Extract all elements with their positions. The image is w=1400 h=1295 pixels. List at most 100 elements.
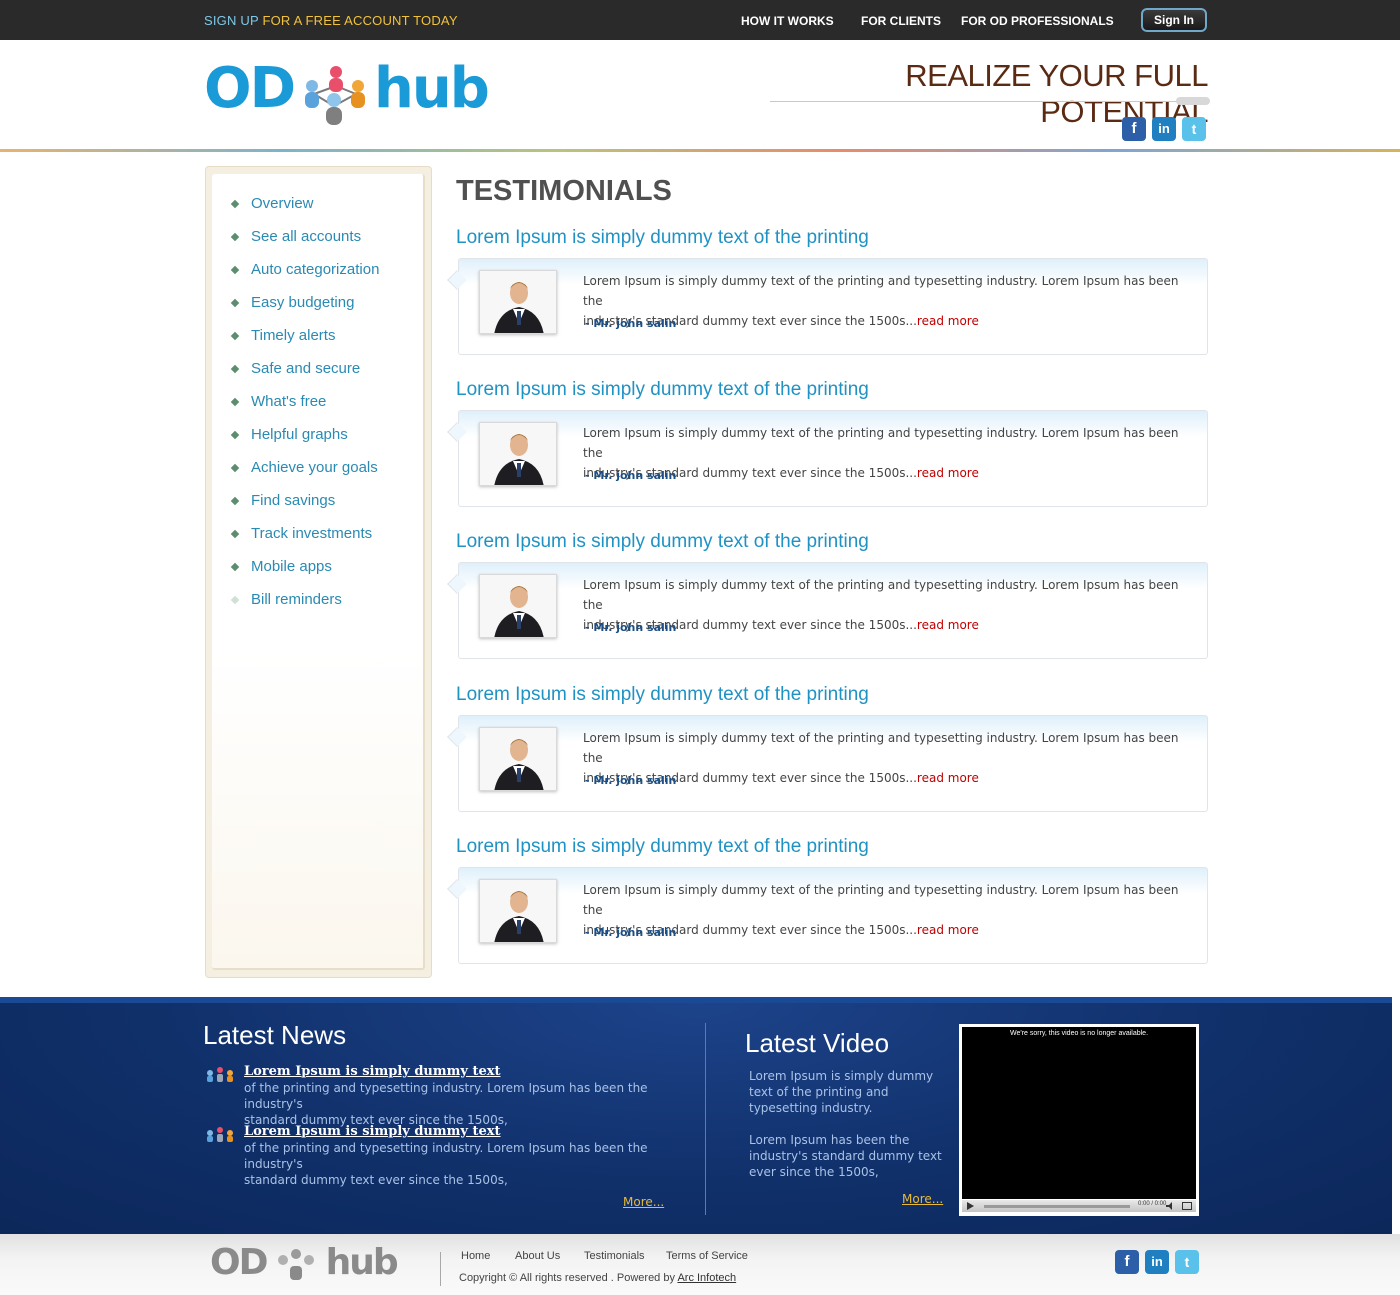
copyright-text: Copyright © All rights reserved . Powere…: [459, 1272, 736, 1284]
sign-in-button[interactable]: Sign In: [1141, 8, 1207, 32]
video-time: 0:00 / 0:00: [1138, 1201, 1167, 1207]
testimonial-card: Lorem Ipsum is simply dummy text of the …: [447, 410, 1208, 507]
facebook-icon[interactable]: f: [1122, 117, 1146, 141]
nav-for-od-professionals[interactable]: FOR OD PROFESSIONALS: [961, 14, 1114, 28]
bullet-icon: [230, 232, 240, 242]
nav-for-clients[interactable]: FOR CLIENTS: [861, 14, 941, 28]
person-photo-icon: [480, 728, 556, 790]
news-line: of the printing and typesetting industry…: [244, 1081, 648, 1111]
sidebar-item-label: Mobile apps: [251, 558, 332, 575]
footer-link-home[interactable]: Home: [461, 1250, 490, 1262]
person-photo-icon: [480, 271, 556, 333]
testimonial-author: - Mr. john salin: [585, 774, 677, 787]
sidebar-item-label: Achieve your goals: [251, 459, 378, 476]
sidebar-item-label: Helpful graphs: [251, 426, 348, 443]
linkedin-icon[interactable]: in: [1152, 117, 1176, 141]
news-more-link[interactable]: More...: [623, 1195, 664, 1209]
video-description: Lorem Ipsum is simply dummy text of the …: [749, 1069, 934, 1115]
sidebar-item-label: Find savings: [251, 492, 336, 509]
nav-how-it-works[interactable]: HOW IT WORKS: [741, 14, 834, 28]
speech-notch: [447, 727, 467, 747]
footer-link-about-us[interactable]: About Us: [515, 1250, 560, 1262]
news-text: of the printing and typesetting industry…: [244, 1140, 684, 1188]
signup-promo-link[interactable]: SIGN UP FOR A FREE ACCOUNT TODAY: [204, 13, 458, 28]
video-player[interactable]: We're sorry, this video is no longer ava…: [959, 1024, 1199, 1216]
bullet-icon: [230, 529, 240, 539]
logo-text-od: OD: [204, 56, 296, 121]
testimonial-avatar: [479, 270, 557, 334]
footer-logo-od: OD: [210, 1242, 268, 1283]
testimonial-line: Lorem Ipsum is simply dummy text of the …: [583, 883, 1179, 917]
read-more-link[interactable]: read more: [917, 771, 979, 785]
facebook-icon[interactable]: f: [1115, 1250, 1139, 1274]
news-text: of the printing and typesetting industry…: [244, 1080, 684, 1128]
video-description: Lorem Ipsum has been the industry's stan…: [749, 1133, 942, 1179]
footer-link-terms-of-service[interactable]: Terms of Service: [666, 1250, 748, 1262]
page-title: TESTIMONIALS: [456, 175, 672, 207]
twitter-icon[interactable]: t: [1182, 117, 1206, 141]
testimonial-card: Lorem Ipsum is simply dummy text of the …: [447, 562, 1208, 659]
tagline-underline: [770, 101, 1208, 102]
sidebar-item-label: Safe and secure: [251, 360, 361, 377]
volume-icon[interactable]: [1166, 1202, 1176, 1210]
testimonial-heading[interactable]: Lorem Ipsum is simply dummy text of the …: [456, 531, 869, 553]
bullet-icon: [230, 364, 240, 374]
bullet-icon: [230, 496, 240, 506]
read-more-link[interactable]: read more: [917, 314, 979, 328]
testimonial-heading[interactable]: Lorem Ipsum is simply dummy text of the …: [456, 227, 869, 249]
read-more-link[interactable]: read more: [917, 466, 979, 480]
bullet-icon: [230, 562, 240, 572]
speech-notch: [447, 270, 467, 290]
bullet-icon: [230, 265, 240, 275]
bullet-icon: [230, 595, 240, 605]
copyright-label: Copyright © All rights reserved . Powere…: [459, 1272, 678, 1284]
news-title-link[interactable]: Lorem Ipsum is simply dummy text: [244, 1124, 501, 1139]
testimonial-avatar: [479, 574, 557, 638]
sidebar-item-label: Auto categorization: [251, 261, 380, 278]
testimonial-author: - Mr. john salin: [585, 469, 677, 482]
testimonial-heading[interactable]: Lorem Ipsum is simply dummy text of the …: [456, 684, 869, 706]
speech-notch: [447, 574, 467, 594]
news-title-link[interactable]: Lorem Ipsum is simply dummy text: [244, 1064, 501, 1079]
signup-label[interactable]: SIGN UP: [204, 13, 259, 28]
footer-logo[interactable]: OD hub: [210, 1242, 399, 1283]
twitter-icon[interactable]: t: [1175, 1250, 1199, 1274]
powered-by-link[interactable]: Arc Infotech: [677, 1272, 736, 1284]
tagline-ornament: [1176, 97, 1210, 105]
person-photo-icon: [480, 575, 556, 637]
people-network-icon: [207, 1067, 233, 1082]
footer-separator: [440, 1252, 441, 1286]
video-controls: 0:00 / 0:00: [962, 1200, 1196, 1212]
bullet-icon: [230, 463, 240, 473]
read-more-link[interactable]: read more: [917, 923, 979, 937]
bullet-icon: [230, 430, 240, 440]
testimonial-card: Lorem Ipsum is simply dummy text of the …: [447, 715, 1208, 812]
odhub-logo[interactable]: OD hub: [204, 56, 504, 142]
linkedin-icon[interactable]: in: [1145, 1250, 1169, 1274]
read-more-link[interactable]: read more: [917, 618, 979, 632]
video-seek-bar[interactable]: [984, 1205, 1130, 1208]
video-screen[interactable]: We're sorry, this video is no longer ava…: [962, 1027, 1196, 1199]
site-footer: OD hub Home About Us Testimonials Terms …: [0, 1234, 1400, 1295]
sidebar-item-label: What's free: [251, 393, 327, 410]
person-photo-icon: [480, 880, 556, 942]
people-network-icon: [305, 66, 365, 125]
video-more-link[interactable]: More...: [902, 1192, 943, 1206]
video-unavailable-message: We're sorry, this video is no longer ava…: [1009, 1030, 1149, 1037]
testimonial-heading[interactable]: Lorem Ipsum is simply dummy text of the …: [456, 836, 869, 858]
bullet-icon: [230, 331, 240, 341]
testimonial-card: Lorem Ipsum is simply dummy text of the …: [447, 258, 1208, 355]
bullet-icon: [230, 298, 240, 308]
latest-video-heading: Latest Video: [745, 1028, 890, 1058]
fullscreen-icon[interactable]: [1182, 1202, 1192, 1210]
signup-promo-text[interactable]: FOR A FREE ACCOUNT TODAY: [262, 13, 457, 28]
footer-divider: [705, 1023, 706, 1215]
bullet-icon: [230, 397, 240, 407]
top-bar: SIGN UP FOR A FREE ACCOUNT TODAY HOW IT …: [0, 0, 1400, 40]
play-icon[interactable]: [966, 1202, 976, 1210]
speech-notch: [447, 422, 467, 442]
sidebar: Overview See all accounts Auto categoriz…: [205, 166, 432, 978]
testimonial-heading[interactable]: Lorem Ipsum is simply dummy text of the …: [456, 379, 869, 401]
footer-link-testimonials[interactable]: Testimonials: [584, 1250, 645, 1262]
testimonial-author: - Mr. john salin: [585, 621, 677, 634]
